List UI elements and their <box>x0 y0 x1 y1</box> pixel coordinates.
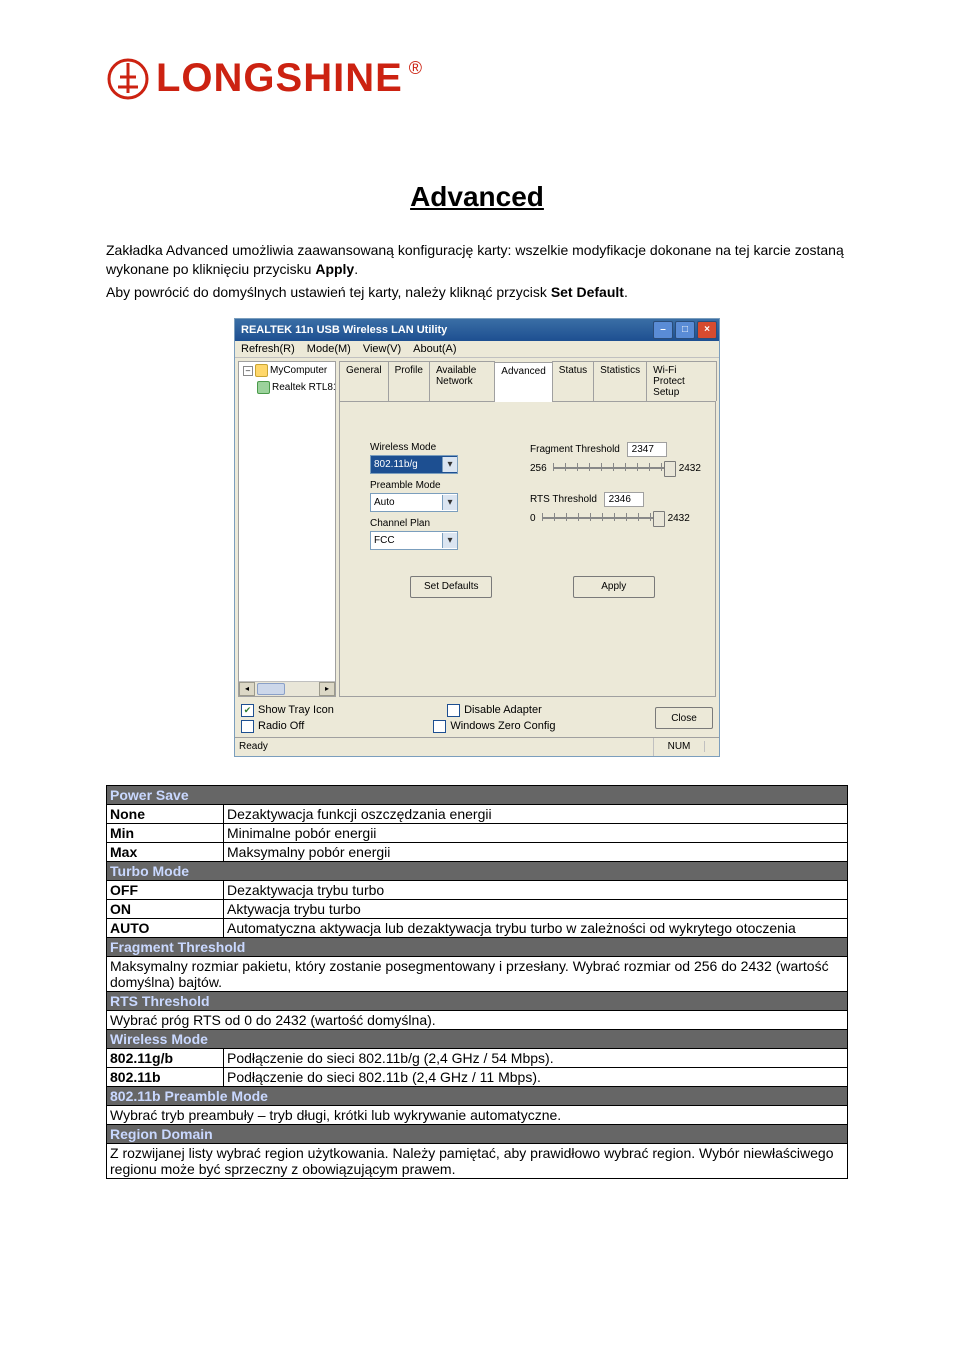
fragment-threshold-label: Fragment Threshold <box>530 444 620 455</box>
menu-refresh[interactable]: Refresh(R) <box>241 343 295 355</box>
tab-general[interactable]: General <box>339 361 389 401</box>
intro-paragraph-2: Aby powrócić do domyślnych ustawień tej … <box>106 283 848 302</box>
radio-off-checkbox[interactable]: Radio Off <box>241 720 334 733</box>
chevron-down-icon[interactable]: ▾ <box>442 495 457 510</box>
tree-scrollbar[interactable]: ◂ ▸ <box>239 681 335 696</box>
scroll-left-icon[interactable]: ◂ <box>239 682 255 696</box>
window-footer: ✔Show Tray Icon Radio Off Disable Adapte… <box>235 700 719 737</box>
chevron-down-icon[interactable]: ▾ <box>442 533 457 548</box>
registered-icon: ® <box>409 58 422 79</box>
menu-about[interactable]: About(A) <box>413 343 456 355</box>
section-turbo-mode: Turbo Mode <box>107 861 848 880</box>
device-tree[interactable]: –MyComputer Realtek RTL8188 ◂ ▸ <box>238 361 336 697</box>
tab-status[interactable]: Status <box>552 361 594 401</box>
disable-adapter-checkbox[interactable]: Disable Adapter <box>447 704 542 717</box>
menu-view[interactable]: View(V) <box>363 343 401 355</box>
tab-available-network[interactable]: Available Network <box>429 361 495 401</box>
adapter-icon <box>257 381 270 394</box>
chevron-down-icon[interactable]: ▾ <box>442 457 457 472</box>
set-defaults-button[interactable]: Set Defaults <box>410 576 492 598</box>
logo-text: LONGSHINE <box>156 56 403 101</box>
wireless-mode-select[interactable]: 802.11b/g▾ <box>370 455 458 474</box>
windows-zero-config-checkbox[interactable]: Windows Zero Config <box>433 720 555 733</box>
section-region-domain: Region Domain <box>107 1124 848 1143</box>
settings-table: Power Save NoneDezaktywacja funkcji oszc… <box>106 785 848 1179</box>
apply-button[interactable]: Apply <box>573 576 655 598</box>
status-text: Ready <box>235 738 654 756</box>
fragment-threshold-value[interactable]: 2347 <box>627 442 667 457</box>
menu-mode[interactable]: Mode(M) <box>307 343 351 355</box>
tab-wps[interactable]: Wi-Fi Protect Setup <box>646 361 717 401</box>
rts-threshold-value[interactable]: 2346 <box>604 492 644 507</box>
window-title: REALTEK 11n USB Wireless LAN Utility <box>241 324 447 336</box>
section-power-save: Power Save <box>107 785 848 804</box>
utility-window: REALTEK 11n USB Wireless LAN Utility – □… <box>234 318 720 757</box>
scroll-thumb[interactable] <box>257 683 285 695</box>
logo-mark-icon <box>106 57 150 101</box>
page-title: Advanced <box>106 181 848 213</box>
status-numlock: NUM <box>654 741 705 752</box>
window-titlebar[interactable]: REALTEK 11n USB Wireless LAN Utility – □… <box>235 319 719 341</box>
tab-statistics[interactable]: Statistics <box>593 361 647 401</box>
scroll-right-icon[interactable]: ▸ <box>319 682 335 696</box>
close-icon[interactable]: × <box>697 321 717 339</box>
tab-advanced[interactable]: Advanced <box>494 362 552 402</box>
advanced-panel: Wireless Mode 802.11b/g▾ Preamble Mode A… <box>339 402 716 697</box>
intro-paragraph-1: Zakładka Advanced umożliwia zaawansowaną… <box>106 241 848 279</box>
fragment-threshold-slider[interactable]: 256 2432 <box>530 463 701 474</box>
section-rts-threshold: RTS Threshold <box>107 991 848 1010</box>
section-preamble-mode: 802.11b Preamble Mode <box>107 1086 848 1105</box>
slider-thumb-icon[interactable] <box>664 461 676 477</box>
slider-thumb-icon[interactable] <box>653 511 665 527</box>
minimize-icon[interactable]: – <box>653 321 673 339</box>
rts-threshold-label: RTS Threshold <box>530 494 597 505</box>
close-button[interactable]: Close <box>655 707 713 729</box>
statusbar: Ready NUM <box>235 737 719 756</box>
computer-icon <box>255 364 268 377</box>
tab-bar: General Profile Available Network Advanc… <box>339 361 716 402</box>
section-fragment-threshold: Fragment Threshold <box>107 937 848 956</box>
show-tray-icon-checkbox[interactable]: ✔Show Tray Icon <box>241 704 334 717</box>
rts-threshold-slider[interactable]: 0 2432 <box>530 513 701 524</box>
brand-logo: LONGSHINE ® <box>106 56 848 101</box>
preamble-mode-select[interactable]: Auto▾ <box>370 493 458 512</box>
maximize-icon[interactable]: □ <box>675 321 695 339</box>
menu-bar: Refresh(R) Mode(M) View(V) About(A) <box>235 341 719 358</box>
channel-plan-select[interactable]: FCC▾ <box>370 531 458 550</box>
section-wireless-mode: Wireless Mode <box>107 1029 848 1048</box>
tab-profile[interactable]: Profile <box>388 361 430 401</box>
